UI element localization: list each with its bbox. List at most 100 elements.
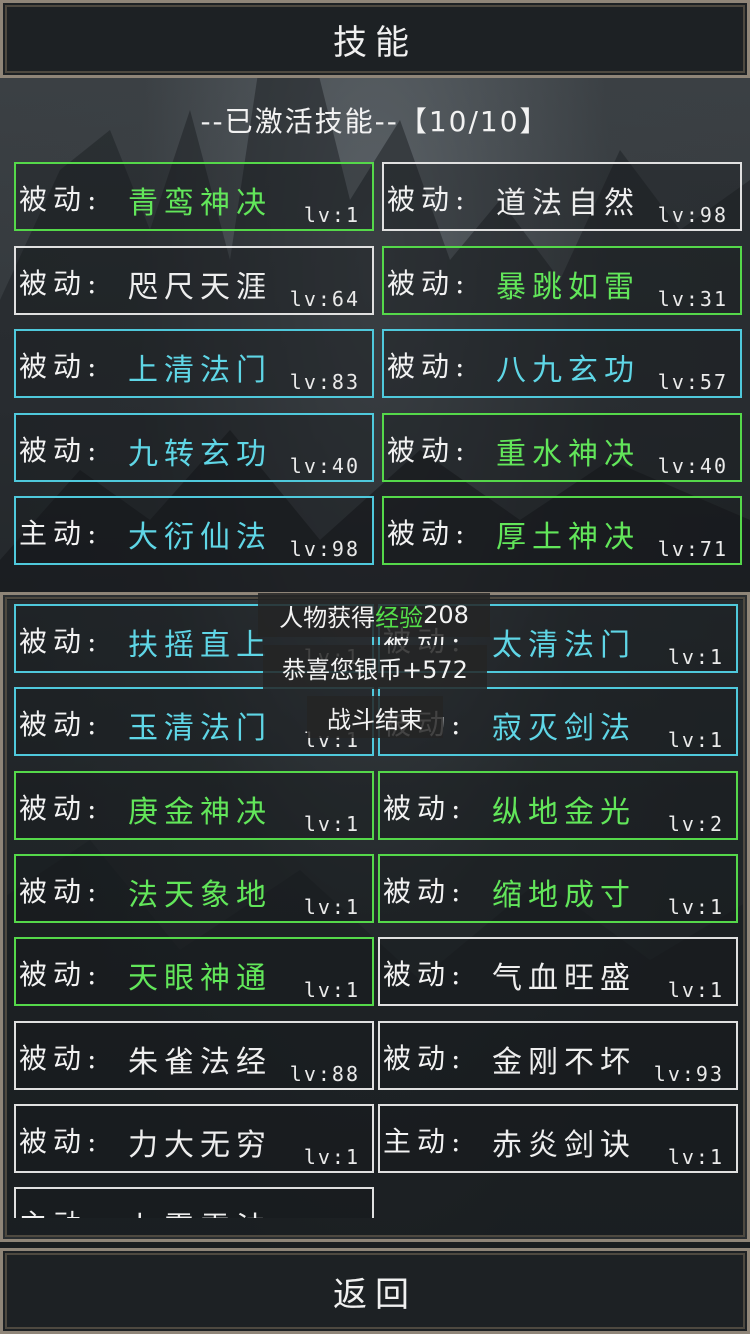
skill-name: 纵地金光 (492, 794, 636, 830)
toast-battle-end-text: 战斗结束 (327, 705, 423, 734)
skill-name: 气血旺盛 (492, 961, 636, 997)
skill-name: 咫尺天涯 (128, 269, 272, 305)
skill-level: lv:98 (289, 537, 360, 561)
toast-exp-value: 208 (423, 601, 469, 629)
skill-name: 法天象地 (128, 877, 272, 913)
toast-exp: 人物获得 经验 208 (258, 593, 490, 637)
skill-name: 天眼神通 (128, 961, 272, 997)
skill-level: lv:40 (289, 453, 360, 478)
skill-card[interactable]: 主动: 大衍仙法 lv:98 (14, 496, 374, 565)
skill-name: 缩地成寸 (492, 877, 636, 913)
skill-card[interactable]: 被动: 青鸾神决 lv:1 (14, 162, 374, 231)
skill-card[interactable]: 被动: 八九玄功 lv:57 (382, 329, 742, 398)
skill-type: 被动: (19, 625, 103, 658)
skill-level: lv:88 (289, 1061, 360, 1086)
toast-coins-text: 恭喜您银币+572 (282, 655, 468, 684)
skill-card[interactable]: 被动: 庚金神决 lv:1 (14, 770, 374, 840)
skill-card[interactable]: 被动: 道法自然 lv:98 (382, 162, 742, 231)
toast-exp-prefix: 人物获得 (279, 603, 376, 632)
skill-name: 扶摇直上 (128, 628, 272, 663)
skill-name: 重水神决 (496, 436, 640, 472)
skill-level: lv:1 (667, 894, 724, 919)
skill-card[interactable]: 被动: 天眼神通 lv:1 (14, 937, 374, 1007)
skill-type: 被动: (383, 1041, 467, 1075)
skill-type: 被动: (383, 958, 467, 992)
skill-level: lv:1 (667, 728, 724, 753)
toast-coins: 恭喜您银币+572 (263, 645, 487, 689)
skill-type: 被动: (387, 517, 471, 550)
skill-level: lv:2 (667, 811, 724, 836)
back-button-label: 返回 (333, 1274, 417, 1315)
skill-level: lv:1 (303, 1144, 360, 1169)
skill-card[interactable]: 被动: 暴跳如雷 lv:31 (382, 245, 742, 315)
back-button[interactable]: 返回 (0, 1248, 750, 1334)
skill-type: 被动: (387, 183, 471, 216)
page-title: 技能 (333, 22, 417, 63)
skill-level: lv:1 (303, 203, 360, 227)
skill-card[interactable]: 被动: 厚土神决 lv:71 (382, 496, 742, 565)
toast-exp-label: 经验 (375, 603, 424, 632)
skill-card[interactable]: 被动: 纵地金光 lv:2 (378, 770, 738, 840)
skill-name: 金刚不坏 (492, 1044, 636, 1080)
skill-card[interactable]: 被动: 上清法门 lv:83 (14, 329, 374, 398)
skill-type: 被动: (19, 874, 103, 908)
skill-card[interactable]: 被动: 咫尺天涯 lv:64 (14, 245, 374, 315)
skill-type: 被动: (387, 350, 471, 383)
skill-name: 九霄雷法 (128, 1203, 272, 1218)
skill-type: 被动: (387, 266, 471, 300)
skill-card[interactable]: 被动: 九转玄功 lv:40 (14, 412, 374, 482)
skill-type: 被动: (383, 874, 467, 908)
active-skills-count: 【10/10】 (398, 105, 550, 138)
skill-level: lv:1 (667, 645, 724, 669)
skill-name: 赤炎剑诀 (492, 1127, 636, 1163)
skill-level: lv:31 (657, 286, 728, 311)
skill-name: 大衍仙法 (128, 520, 272, 555)
skill-type: 被动: (19, 183, 103, 216)
skill-type: 被动: (19, 350, 103, 383)
skill-name: 九转玄功 (128, 436, 272, 472)
skill-card[interactable]: 被动: 朱雀法经 lv:88 (14, 1020, 374, 1090)
skill-name: 朱雀法经 (128, 1044, 272, 1080)
skill-level: lv:57 (657, 370, 728, 394)
title-bar: 技能 (0, 0, 750, 78)
toast-battle-end: 战斗结束 (307, 696, 443, 738)
skill-name: 暴跳如雷 (496, 269, 640, 305)
skill-card[interactable]: 被动: 重水神决 lv:40 (382, 412, 742, 482)
skill-card[interactable]: 被动: 缩地成寸 lv:1 (378, 853, 738, 923)
skill-name: 道法自然 (496, 186, 640, 221)
skill-name: 厚土神决 (496, 520, 640, 555)
skill-type: 被动: (19, 433, 103, 467)
skill-level: lv:1 (303, 978, 360, 1003)
skill-card[interactable]: 被动: 法天象地 lv:1 (14, 853, 374, 923)
skill-type: 被动: (19, 708, 103, 742)
skill-level: lv:98 (657, 203, 728, 227)
skill-card[interactable]: 被动: 力大无穷 lv:1 (14, 1103, 374, 1173)
skill-level: lv:83 (289, 370, 360, 394)
skill-type: 被动: (19, 791, 103, 825)
skill-card[interactable]: 主动: 九霄雷法 (14, 1187, 374, 1218)
skill-type: 被动: (387, 433, 471, 467)
skill-name: 寂灭剑法 (492, 711, 636, 747)
skill-type: 被动: (383, 791, 467, 825)
skill-level: lv:1 (667, 1144, 724, 1169)
skill-name: 青鸾神决 (128, 186, 272, 221)
active-skills-grid: 被动: 青鸾神决 lv:1 被动: 道法自然 lv:98 被动: 咫尺天涯 lv:64 被动: 暴跳… (0, 162, 750, 572)
skill-name: 太清法门 (492, 628, 636, 663)
skill-level: lv:1 (303, 811, 360, 836)
skill-type: 被动: (19, 266, 103, 300)
skill-level: lv:64 (289, 286, 360, 311)
skill-name: 玉清法门 (128, 711, 272, 747)
skill-card[interactable]: 被动: 金刚不坏 lv:93 (378, 1020, 738, 1090)
active-skills-label: --已激活技能-- (200, 105, 399, 138)
skill-level: lv:93 (653, 1061, 724, 1086)
skill-level: lv:40 (657, 453, 728, 478)
skill-type: 主动: (383, 1124, 467, 1158)
skill-name: 八九玄功 (496, 353, 640, 388)
skill-card[interactable]: 被动: 气血旺盛 lv:1 (378, 937, 738, 1007)
skill-type: 被动: (19, 958, 103, 992)
skill-type: 被动: (19, 1124, 103, 1158)
skill-level: lv:1 (303, 894, 360, 919)
skill-type: 主动: (19, 517, 103, 550)
skill-card[interactable]: 主动: 赤炎剑诀 lv:1 (378, 1103, 738, 1173)
skill-name: 庚金神决 (128, 794, 272, 830)
